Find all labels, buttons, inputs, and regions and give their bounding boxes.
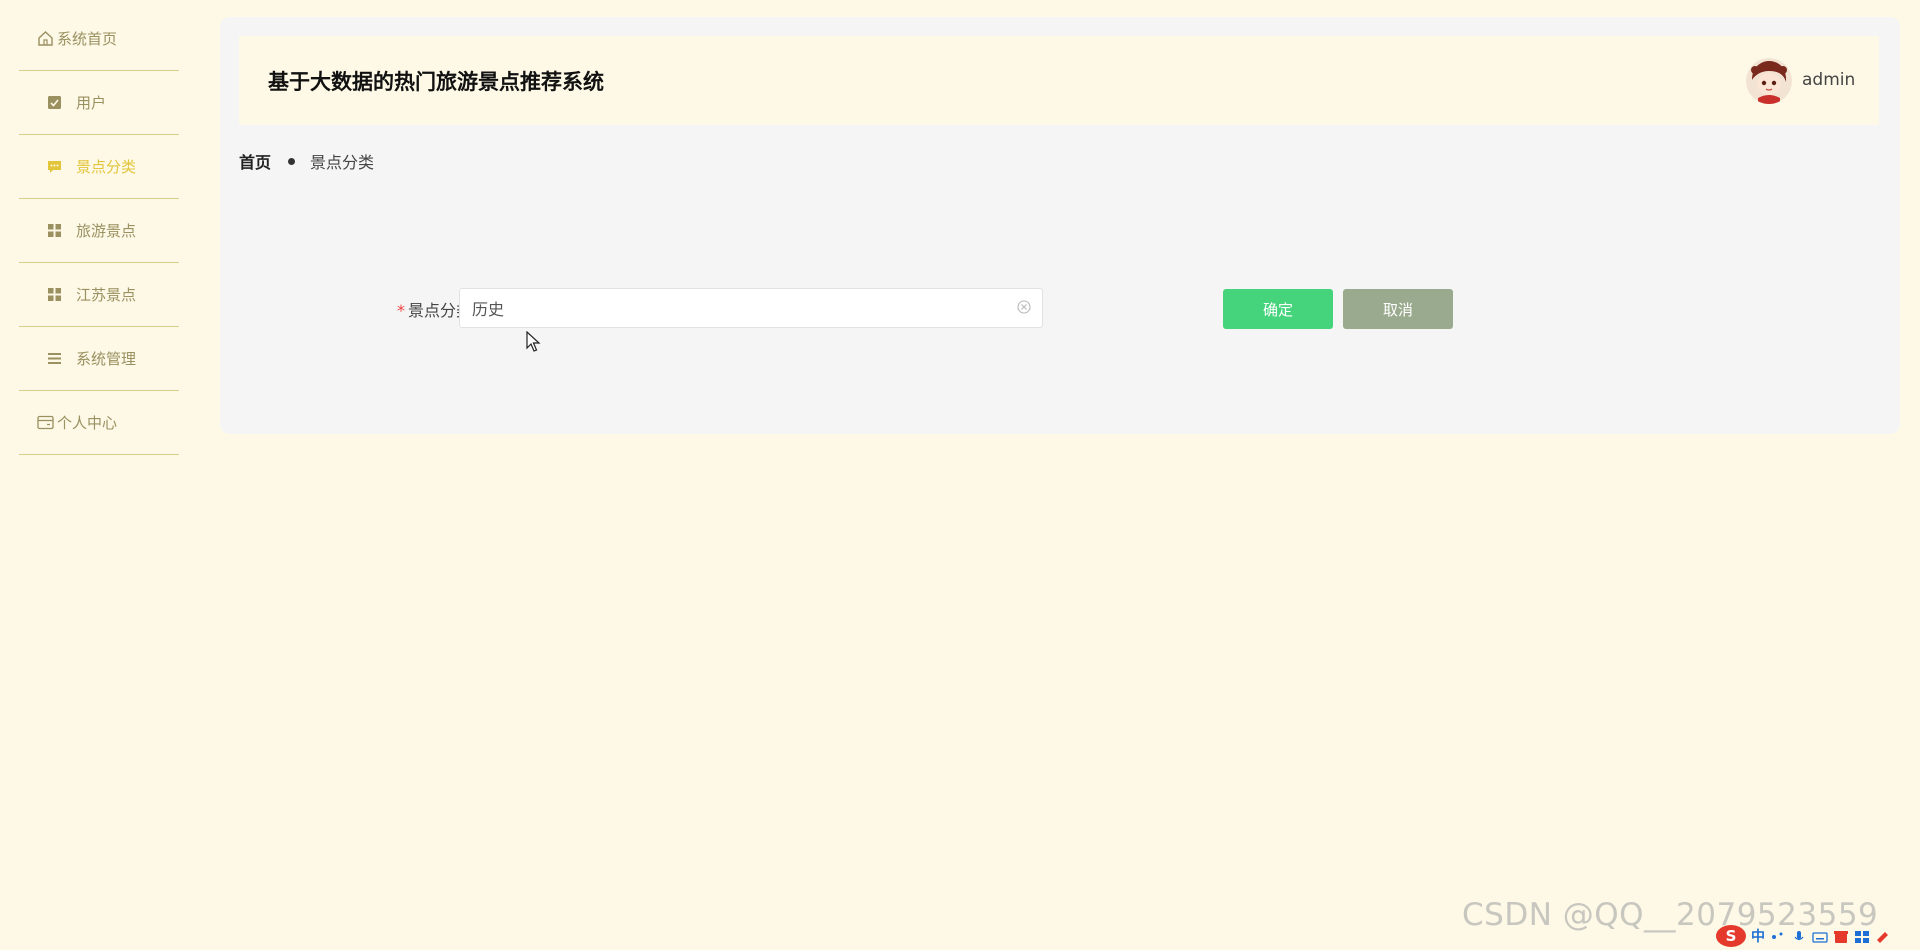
sidebar-item-label: 江苏景点 xyxy=(76,286,137,304)
card-icon xyxy=(37,414,54,431)
breadcrumb-separator xyxy=(288,157,296,165)
form-label-scenic-category: * 景点分类 xyxy=(372,297,472,321)
breadcrumb: 首页 景点分类 xyxy=(239,149,374,173)
punctuation-icon[interactable] xyxy=(1770,929,1786,943)
cancel-button[interactable]: 取消 xyxy=(1343,289,1453,329)
list-icon xyxy=(46,350,63,367)
sidebar-item-label: 景点分类 xyxy=(76,158,137,176)
username[interactable]: admin xyxy=(1802,70,1855,90)
required-mark: * xyxy=(396,301,405,320)
sidebar-item-label: 个人中心 xyxy=(57,414,118,432)
sidebar-item-profile[interactable]: 个人中心 xyxy=(19,391,179,455)
check-square-icon xyxy=(46,94,63,111)
clear-icon[interactable] xyxy=(1016,299,1032,315)
sidebar-item-home[interactable]: 系统首页 xyxy=(19,7,179,71)
sidebar-item-label: 系统首页 xyxy=(57,30,118,48)
scenic-category-field xyxy=(459,288,1043,328)
sidebar-item-system-management[interactable]: 系统管理 xyxy=(19,327,179,391)
sidebar-item-scenic-category[interactable]: 景点分类 xyxy=(19,135,179,199)
breadcrumb-current: 景点分类 xyxy=(310,153,375,172)
ime-chinese-mode[interactable]: 中 xyxy=(1751,926,1765,946)
page-title: 基于大数据的热门旅游景点推荐系统 xyxy=(268,70,604,94)
keyboard-icon[interactable] xyxy=(1812,929,1828,943)
sidebar-item-label: 用户 xyxy=(76,94,107,112)
microphone-icon[interactable] xyxy=(1791,929,1807,943)
breadcrumb-home[interactable]: 首页 xyxy=(239,149,271,173)
sidebar-item-label: 旅游景点 xyxy=(76,222,137,240)
sogou-logo-icon[interactable]: S xyxy=(1716,925,1746,947)
settings-icon[interactable] xyxy=(1875,929,1891,943)
toolbox-icon[interactable] xyxy=(1854,929,1870,943)
header: 基于大数据的热门旅游景点推荐系统 admin xyxy=(239,36,1879,125)
ime-toolbar: S 中 xyxy=(1716,925,1916,947)
sidebar-item-users[interactable]: 用户 xyxy=(19,71,179,135)
skin-icon[interactable] xyxy=(1833,929,1849,943)
sidebar-item-label: 系统管理 xyxy=(76,350,137,368)
confirm-button[interactable]: 确定 xyxy=(1223,289,1333,329)
sidebar-item-jiangsu-spots[interactable]: 江苏景点 xyxy=(19,263,179,327)
home-icon xyxy=(37,30,54,47)
sidebar: 系统首页 用户 景点分类 旅游景点 江苏景点 系统管理 个人中心 xyxy=(19,7,179,455)
main-panel: 基于大数据的热门旅游景点推荐系统 admin 首页 景点分类 * 景点分类 历史… xyxy=(220,17,1900,434)
grid-icon xyxy=(46,286,63,303)
mouse-cursor-icon xyxy=(526,330,542,357)
avatar[interactable] xyxy=(1746,58,1792,104)
message-icon xyxy=(46,158,63,175)
sidebar-item-tourist-spots[interactable]: 旅游景点 xyxy=(19,199,179,263)
grid-icon xyxy=(46,222,63,239)
scenic-category-input[interactable] xyxy=(460,289,1000,327)
